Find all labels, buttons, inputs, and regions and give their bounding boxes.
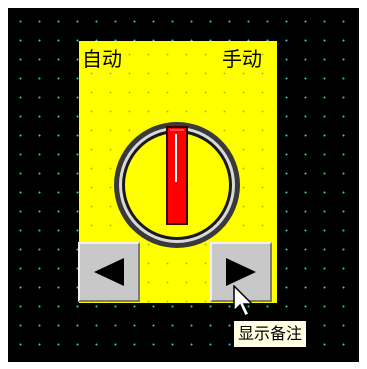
selector-knob[interactable] [112, 120, 242, 250]
auto-label: 自动 [82, 47, 122, 71]
rotate-left-button[interactable] [78, 242, 140, 302]
mouse-pointer-icon [233, 285, 254, 318]
tooltip: 显示备注 [233, 320, 308, 348]
manual-label: 手动 [222, 47, 262, 71]
triangle-left-icon [94, 258, 124, 286]
